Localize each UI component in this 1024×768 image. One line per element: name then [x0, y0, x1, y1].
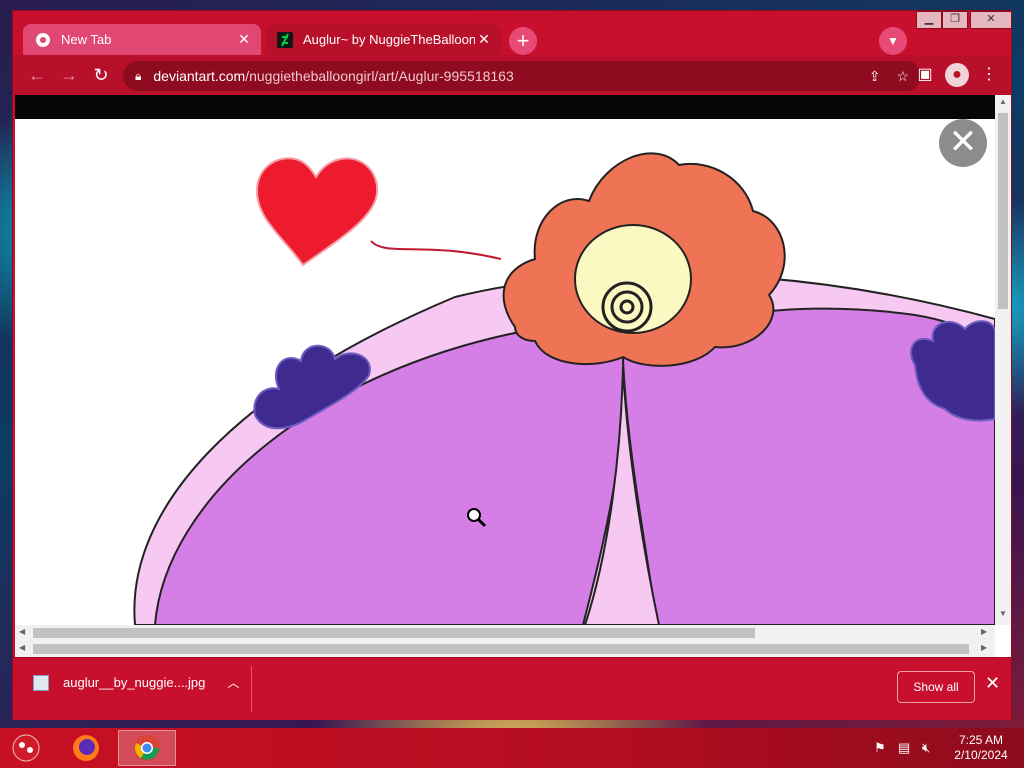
clock-date: 2/10/2024 [954, 748, 1008, 762]
chrome-icon [36, 32, 50, 47]
new-tab-button[interactable]: + [509, 27, 537, 55]
url-host: deviantart.com [153, 68, 246, 84]
image-file-icon [33, 674, 49, 691]
reload-button[interactable]: ↻ [89, 63, 113, 87]
start-orb-icon [12, 734, 40, 762]
horizontal-scroll-thumb-outer[interactable] [33, 644, 969, 654]
browser-toolbar: ← → ↻ 🔒︎ deviantart.com/nuggietheballoon… [13, 55, 1011, 95]
tab-new-tab[interactable]: New Tab ✕ [23, 24, 261, 55]
download-item[interactable]: auglur__by_nuggie....jpg ︿ [33, 674, 239, 691]
download-bar: auglur__by_nuggie....jpg ︿ Show all ✕ [13, 657, 1011, 720]
taskbar-chrome[interactable] [118, 730, 176, 766]
scroll-right-arrow-icon[interactable]: ▶ [981, 643, 987, 652]
scroll-down-arrow-icon[interactable]: ▼ [995, 609, 1011, 618]
download-file-name: auglur__by_nuggie....jpg [63, 675, 206, 690]
taskbar-firefox[interactable] [64, 730, 108, 766]
close-window-button[interactable]: ✕ [970, 11, 1012, 29]
tab-strip: New Tab ✕ Auglur~ by NuggieTheBalloonGi … [13, 11, 1012, 55]
tab-label: Auglur~ by NuggieTheBalloonGi [303, 32, 475, 47]
vertical-scrollbar[interactable]: ▲ ▼ [995, 95, 1011, 625]
address-bar[interactable]: 🔒︎ deviantart.com/nuggietheballoongirl/a… [123, 61, 921, 91]
share-icon[interactable]: ⇪ [869, 68, 881, 85]
close-artwork-button[interactable]: ✕ [939, 119, 987, 167]
bookmark-star-icon[interactable]: ☆ [896, 68, 909, 85]
side-panel-icon[interactable]: ▣ [913, 63, 937, 87]
scroll-right-arrow-icon[interactable]: ▶ [981, 627, 987, 636]
tether-line [370, 240, 502, 260]
profile-avatar[interactable]: ● [945, 63, 969, 87]
forward-button[interactable]: → [57, 63, 81, 87]
network-icon[interactable]: ▤ [898, 740, 910, 756]
chrome-icon [134, 735, 160, 761]
volume-muted-icon[interactable]: 🔇︎ [922, 740, 930, 756]
vertical-scroll-thumb[interactable] [998, 113, 1008, 309]
page-header-bar [15, 95, 995, 119]
maximize-button[interactable]: ❐ [942, 11, 968, 29]
menu-kebab-icon[interactable]: ⋮ [977, 63, 1001, 87]
url-path: /nuggietheballoongirl/art/Auglur-9955181… [245, 68, 514, 84]
tab-close-icon[interactable]: ✕ [235, 31, 253, 48]
scroll-left-arrow-icon[interactable]: ◀ [19, 643, 25, 652]
tab-search-button[interactable]: ▼ [879, 27, 907, 55]
horizontal-scrollbar-outer[interactable]: ◀ ▶ [15, 641, 995, 657]
scroll-left-arrow-icon[interactable]: ◀ [19, 627, 25, 636]
lock-icon: 🔒︎ [135, 68, 142, 83]
tab-label: New Tab [61, 32, 112, 47]
tab-close-icon[interactable]: ✕ [475, 31, 493, 48]
scroll-up-arrow-icon[interactable]: ▲ [995, 97, 1011, 106]
clock-time: 7:25 AM [958, 733, 1004, 747]
firefox-icon [73, 735, 99, 761]
minimize-button[interactable]: ▁ [916, 11, 942, 29]
artwork-image[interactable] [15, 119, 995, 625]
page-viewport: ✕ ▲ ▼ ◀ ▶ ◀ ▶ [15, 95, 1011, 657]
browser-window: New Tab ✕ Auglur~ by NuggieTheBalloonGi … [12, 10, 1012, 720]
taskbar-clock[interactable]: 7:25 AM 2/10/2024 [946, 733, 1016, 763]
close-download-bar-icon[interactable]: ✕ [985, 673, 1000, 694]
horizontal-scroll-thumb-inner[interactable] [33, 628, 755, 638]
address-url: deviantart.com/nuggietheballoongirl/art/… [153, 68, 852, 84]
eye-white [574, 224, 692, 334]
heart-shape [255, 157, 379, 267]
horizontal-scrollbar-inner[interactable]: ◀ ▶ [15, 625, 995, 641]
deviantart-icon [277, 31, 293, 48]
tab-auglur[interactable]: Auglur~ by NuggieTheBalloonGi ✕ [265, 24, 501, 55]
chevron-up-icon[interactable]: ︿ [227, 674, 239, 691]
flag-icon[interactable]: ⚑ [874, 740, 886, 756]
show-all-button[interactable]: Show all [897, 671, 975, 703]
taskbar: ⚑ ▤ 🔇︎ 7:25 AM 2/10/2024 [0, 728, 1024, 768]
start-button[interactable] [4, 730, 48, 766]
back-button[interactable]: ← [25, 63, 49, 87]
download-divider [251, 666, 252, 712]
